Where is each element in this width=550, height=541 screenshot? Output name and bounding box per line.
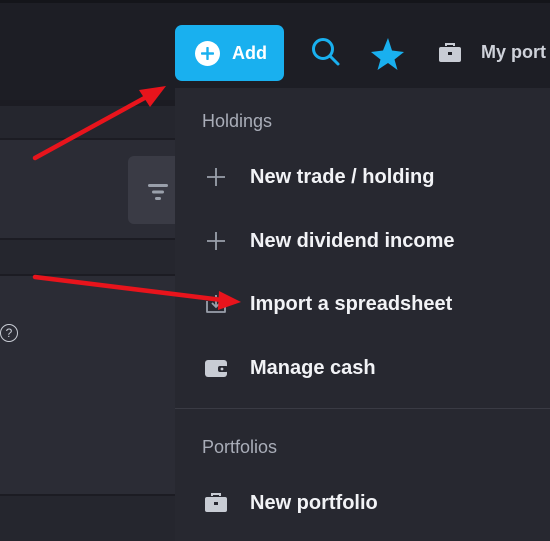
menu-item-import-spreadsheet[interactable]: Import a spreadsheet xyxy=(175,284,452,324)
menu-item-label: New trade / holding xyxy=(250,165,435,188)
add-plus-icon xyxy=(195,40,220,66)
menu-item-label: New dividend income xyxy=(250,229,455,252)
briefcase-icon[interactable] xyxy=(438,42,462,64)
briefcase-icon xyxy=(202,489,230,517)
import-icon xyxy=(202,290,230,318)
menu-item-new-trade[interactable]: New trade / holding xyxy=(175,157,434,197)
page-section-header xyxy=(0,240,176,274)
menu-item-new-portfolio[interactable]: New portfolio xyxy=(175,483,378,523)
page-card xyxy=(0,276,176,494)
menu-item-manage-cash[interactable]: Manage cash xyxy=(175,348,376,388)
filter-button[interactable] xyxy=(128,156,176,224)
add-button-label: Add xyxy=(232,42,267,63)
page-section-header xyxy=(0,496,176,541)
menu-divider xyxy=(175,408,550,409)
search-icon[interactable] xyxy=(311,37,341,67)
portfolios-heading: Portfolios xyxy=(202,437,278,457)
wallet-icon xyxy=(202,354,230,382)
menu-item-label: Manage cash xyxy=(250,356,376,379)
star-icon[interactable] xyxy=(371,36,405,70)
add-button[interactable]: Add xyxy=(175,25,284,81)
plus-icon xyxy=(202,163,230,191)
menu-item-label: New portfolio xyxy=(250,491,378,514)
portfolio-selector[interactable]: My port xyxy=(481,42,546,63)
menu-item-label: Import a spreadsheet xyxy=(250,292,453,315)
menu-item-new-dividend[interactable]: New dividend income xyxy=(175,221,454,261)
page-section-header xyxy=(0,106,176,138)
plus-icon xyxy=(202,227,230,255)
help-icon[interactable]: ? xyxy=(0,324,18,342)
holdings-heading: Holdings xyxy=(202,111,273,131)
filter-icon xyxy=(148,184,168,200)
